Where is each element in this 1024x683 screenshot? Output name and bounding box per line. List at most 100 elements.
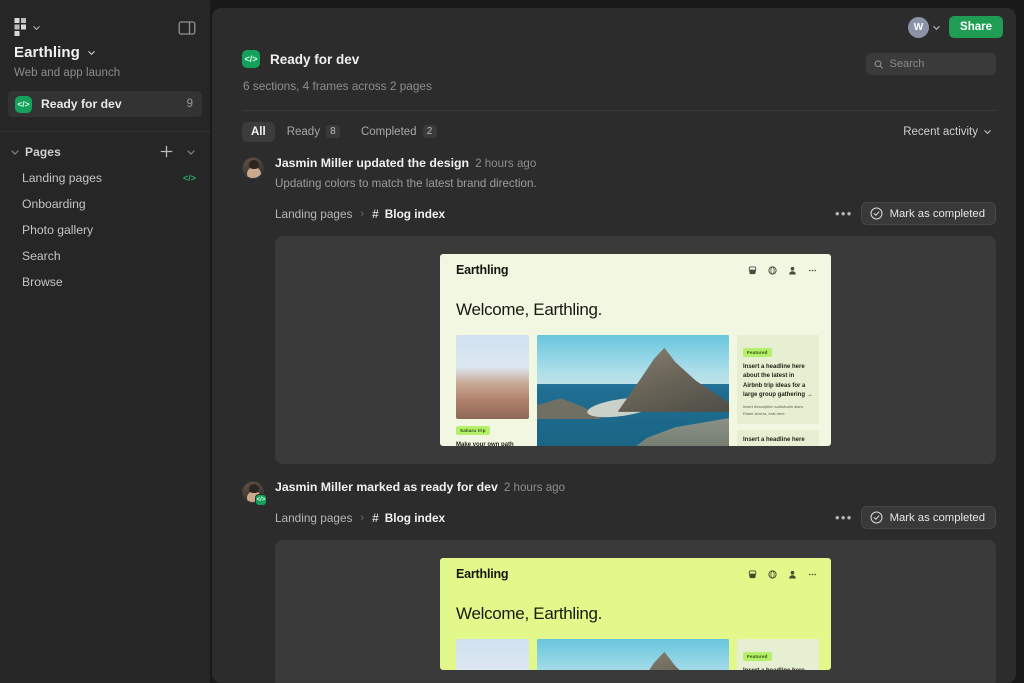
tab-completed[interactable]: Completed 2 [352,121,446,142]
breadcrumb-page[interactable]: Landing pages [275,207,352,221]
design-nav: Earthling [440,254,831,283]
design-headline: Insert a headline here about sauna cultu… [743,436,805,443]
avatar [242,157,264,179]
sidebar-item-browse[interactable]: Browse [0,269,210,295]
person-icon [789,266,796,275]
design-brand: Earthling [456,567,509,581]
mark-as-completed-button[interactable]: Mark as completed [860,202,996,225]
sidebar: Earthling Web and app launch </> Ready f… [0,0,210,683]
design-badge: Sahara trip [456,426,490,435]
activity-actor-line: Jasmin Miller updated the design [275,156,470,170]
avatar-image [242,157,264,179]
breadcrumb-separator: › [360,207,365,220]
design-frame: Earthling Welcome, Earthling. [440,254,831,446]
ellipsis-icon[interactable]: ••• [827,509,861,526]
code-icon: </> [182,173,196,183]
activity-actor-line: Jasmin Miller marked as ready for dev [275,480,498,494]
breadcrumb: Landing pages › # Blog index [275,511,827,525]
design-preview-card[interactable]: Earthling Welcome, Earthling. [275,540,996,683]
project-title: Earthling [14,44,80,61]
check-circle-icon [870,207,883,220]
share-button[interactable]: Share [949,16,1003,38]
mark-as-completed-label: Mark as completed [889,207,985,220]
design-right-column: Featured Insert a headline here about th… [737,335,819,446]
design-headline: Make your own path through the Sahara de… [456,442,514,446]
search-box[interactable] [866,53,996,75]
breadcrumb-page[interactable]: Landing pages [275,511,352,525]
page-item-label: Onboarding [22,197,86,211]
design-frame: Earthling Welcome, Earthling. [440,558,831,670]
sidebar-item-search[interactable]: Search [0,243,210,269]
activity-feed: Jasmin Miller updated the design 2 hours… [242,156,996,683]
page-subtitle: 6 sections, 4 frames across 2 pages [243,79,432,93]
tab-label: All [251,125,266,138]
page-item-label: Search [22,249,61,263]
tab-all[interactable]: All [242,121,275,142]
tab-count: 2 [422,125,437,138]
globe-icon [768,569,777,579]
chevron-down-icon[interactable] [10,147,20,157]
frame-hash-icon: # [372,510,379,525]
breadcrumb-row: Landing pages › # Blog index ••• Mark as… [275,506,996,529]
pages-section-header: Pages [0,132,210,159]
search-input[interactable] [889,58,988,70]
design-badge: Featured [743,652,772,661]
code-icon: </> [242,50,260,68]
design-center-column [537,335,729,446]
breadcrumb: Landing pages › # Blog index [275,207,827,221]
design-description: Insert description sollicitudin diam. Et… [743,404,804,416]
activity-item: Jasmin Miller updated the design 2 hours… [242,156,996,464]
chevron-down-icon [984,130,991,135]
ellipsis-icon [808,269,817,271]
sidebar-item-photo-gallery[interactable]: Photo gallery [0,217,210,243]
page-item-label: Browse [22,275,63,289]
plus-icon[interactable] [159,144,174,159]
chevron-down-icon [33,25,40,30]
breadcrumb-frame[interactable]: Blog index [385,511,445,525]
mark-as-completed-button[interactable]: Mark as completed [860,506,996,529]
sidebar-item-onboarding[interactable]: Onboarding [0,191,210,217]
chevron-down-icon[interactable] [186,147,196,157]
panel-header: </> Ready for dev 6 sections, 4 frames a… [242,46,996,93]
sort-dropdown[interactable]: Recent activity [903,126,996,138]
design-hero-text: Welcome, Earthling. [456,300,603,319]
avatar-menu[interactable]: W [908,16,941,38]
coastline-photo [537,335,729,446]
avatar: W [908,16,930,38]
person-icon [789,570,796,579]
code-icon: </> [15,95,32,113]
frame-hash-icon: # [372,206,379,221]
figma-logo-icon [14,18,26,36]
design-right-column: Featured Insert a headline here about th… [737,639,819,670]
ready-for-dev-count: 9 [186,98,193,110]
code-icon: </> [255,494,267,506]
tab-ready[interactable]: Ready 8 [278,121,349,142]
store-icon [748,569,757,578]
content-area: </> Ready for dev 6 sections, 4 frames a… [212,46,1016,683]
coastline-photo [537,639,729,670]
main-panel: W Share </> Ready for dev 6 sections, 4 … [212,8,1016,683]
desert-photo [456,335,529,419]
chevron-down-icon [88,51,95,56]
sidebar-item-ready-for-dev[interactable]: </> Ready for dev 9 [8,91,202,117]
breadcrumb-frame[interactable]: Blog index [385,207,445,221]
sidebar-item-label: Ready for dev [41,97,122,111]
design-left-column [456,639,529,670]
project-subtitle: Web and app launch [14,67,121,79]
sidebar-header: Earthling Web and app launch [0,0,210,79]
sidebar-item-landing-pages[interactable]: Landing pages </> [0,165,210,191]
design-badge: Featured [743,348,772,357]
design-headline: Insert a headline here about the latest … [743,667,813,670]
design-card: Insert a headline here about sauna cultu… [737,429,819,446]
design-preview-card[interactable]: Earthling Welcome, Earthling. [275,236,996,464]
project-title-row[interactable]: Earthling [14,44,196,61]
breadcrumb-separator: › [360,511,365,524]
figma-logo-button[interactable] [14,18,196,36]
design-headline: Insert a headline here about the latest … [743,364,813,398]
globe-icon [768,265,777,275]
panel-toggle-icon[interactable] [178,19,196,37]
ellipsis-icon[interactable]: ••• [827,205,861,222]
activity-timestamp: 2 hours ago [503,481,566,494]
design-hero-text: Welcome, Earthling. [456,604,603,623]
activity-timestamp: 2 hours ago [475,157,537,170]
